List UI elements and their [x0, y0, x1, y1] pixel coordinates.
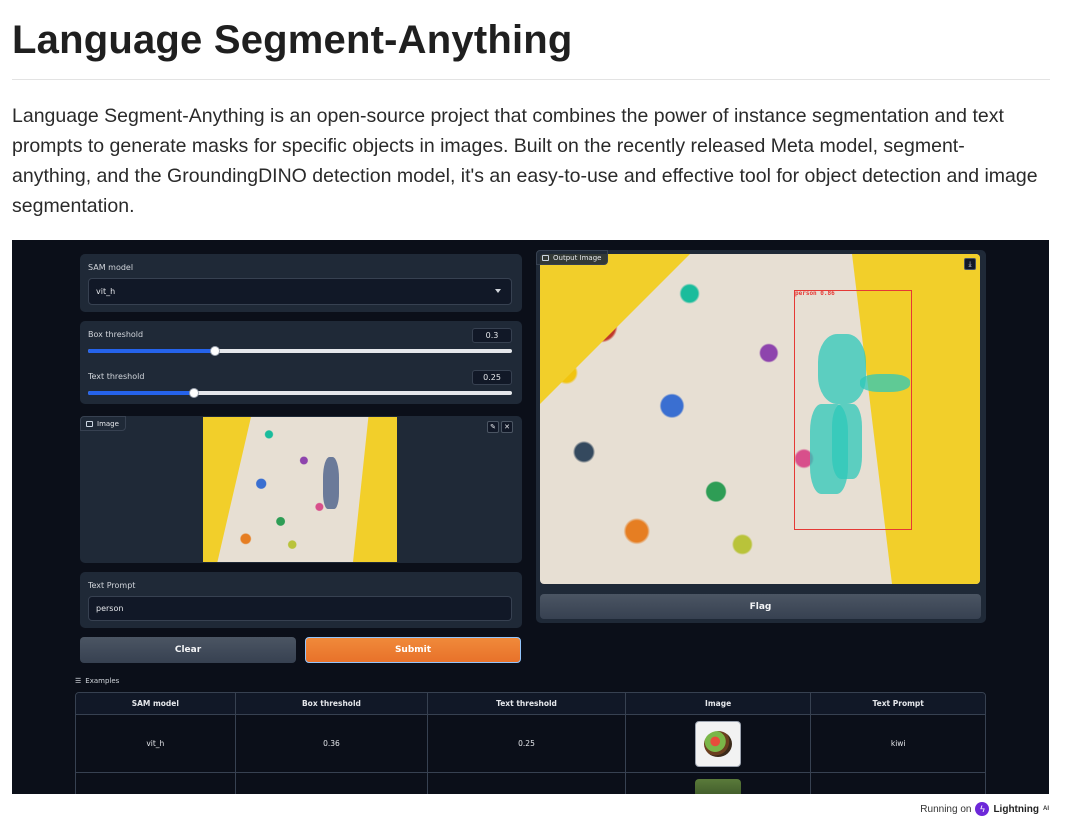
box-threshold-slider[interactable]	[88, 346, 512, 356]
text-threshold-fill	[88, 391, 194, 395]
image-input-label: Image	[97, 419, 119, 428]
detection-label: person 0.86	[795, 290, 835, 297]
detection-box	[794, 290, 912, 530]
column-header: Text Prompt	[872, 699, 924, 708]
example-cell	[236, 773, 429, 794]
thresholds-block: Box threshold 0.3 Text threshold 0.25	[80, 321, 522, 404]
fruit-bowl-image	[704, 730, 733, 757]
wall-yellow-left	[203, 417, 251, 562]
download-icon[interactable]: ⤓	[964, 258, 976, 270]
gradio-app: SAM model vit_h Box threshold 0.3 Text t…	[12, 240, 1049, 794]
examples-table: SAM model Box threshold Text threshold I…	[75, 692, 986, 794]
examples-title: Examples	[85, 677, 120, 685]
example-thumbnail	[695, 779, 742, 794]
example-thumbnail	[695, 720, 742, 767]
text-prompt-input[interactable]: person	[88, 596, 512, 621]
examples-header: ☰ Examples	[75, 677, 119, 685]
chevron-down-icon	[495, 289, 501, 293]
text-threshold-label: Text threshold	[88, 372, 145, 381]
brand-suffix: AI	[1043, 806, 1049, 812]
box-threshold-fill	[88, 349, 216, 353]
input-image-preview	[203, 417, 397, 562]
list-icon: ☰	[75, 677, 82, 685]
image-input-tag: Image	[80, 416, 126, 431]
wall-yellow-left	[540, 254, 690, 404]
box-threshold-handle[interactable]	[210, 346, 221, 356]
edit-icon[interactable]: ✎	[487, 421, 499, 433]
example-cell: kiwi	[890, 739, 906, 748]
image-icon	[542, 254, 549, 261]
text-threshold-slider[interactable]	[88, 388, 512, 398]
box-threshold-label: Box threshold	[88, 330, 144, 339]
brand-name: Lightning	[993, 803, 1039, 815]
page-title: Language Segment-Anything	[12, 18, 573, 62]
wall-yellow-right	[353, 417, 397, 562]
sam-model-value: vit_h	[96, 287, 116, 296]
sam-model-dropdown[interactable]: vit_h	[88, 278, 512, 305]
column-header: SAM model	[76, 693, 236, 714]
example-cell	[811, 773, 985, 794]
title-divider	[12, 79, 1050, 80]
text-threshold-handle[interactable]	[189, 388, 199, 398]
column-header: Box threshold	[236, 693, 429, 714]
submit-button[interactable]: Submit	[305, 637, 521, 663]
example-cell	[428, 773, 626, 794]
close-icon[interactable]: ✕	[501, 421, 513, 433]
box-threshold-number[interactable]: 0.3	[472, 328, 512, 343]
examples-header-row: SAM model Box threshold Text threshold I…	[76, 693, 985, 715]
example-cell: vit_h	[76, 715, 236, 772]
output-image-tag: Output Image	[536, 250, 609, 265]
text-prompt-value: person	[96, 604, 124, 613]
text-threshold-number[interactable]: 0.25	[472, 370, 512, 385]
example-image-cell	[626, 773, 812, 794]
column-header: Text threshold	[428, 693, 626, 714]
example-cell: 0.36	[236, 715, 429, 772]
output-image-block: person 0.86 Output Image ⤓ Flag	[536, 250, 986, 623]
running-on-footer[interactable]: Running on ϟ Lightning AI	[920, 802, 1049, 816]
example-cell: 0.25	[428, 715, 626, 772]
running-on-text: Running on	[920, 803, 972, 815]
clear-button[interactable]: Clear	[80, 637, 296, 663]
text-prompt-block: Text Prompt person	[80, 572, 522, 628]
lightning-icon: ϟ	[975, 802, 990, 816]
image-icon	[86, 420, 93, 427]
text-prompt-label: Text Prompt	[88, 581, 136, 590]
output-image-label: Output Image	[553, 253, 602, 262]
example-cell	[76, 773, 236, 794]
sam-model-label: SAM model	[88, 263, 134, 272]
example-row[interactable]: vit_h 0.36 0.25 kiwi	[76, 715, 985, 773]
column-header: Image	[626, 693, 812, 714]
image-input-block[interactable]: Image ✎ ✕	[80, 416, 522, 563]
intro-paragraph: Language Segment-Anything is an open-sou…	[12, 105, 1038, 217]
output-image-preview: person 0.86	[540, 254, 980, 584]
sam-model-block: SAM model vit_h	[80, 254, 522, 312]
flag-button[interactable]: Flag	[540, 594, 981, 619]
example-row[interactable]	[76, 773, 985, 794]
climber-figure	[323, 457, 339, 509]
example-image-cell	[626, 715, 812, 772]
